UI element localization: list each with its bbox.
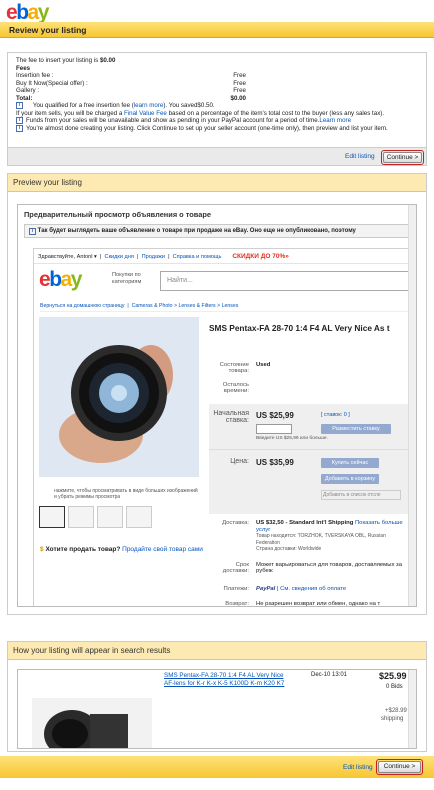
thumbnail-strip: [39, 506, 152, 528]
info-icon: i: [16, 102, 23, 110]
category-path[interactable]: Cameras & Photo > Lenses & Filters > Len…: [132, 303, 239, 309]
thumbnail[interactable]: [68, 506, 94, 528]
category-menu[interactable]: Покупки по категориям: [112, 272, 152, 285]
preview-section: Preview your listing Предварительный про…: [7, 173, 427, 615]
watch-button[interactable]: Добавить в список отсле: [321, 490, 401, 500]
buy-now-button[interactable]: Купить сейчас: [321, 458, 379, 468]
shipping-row: Доставка: US $32,50 - Standard Int'l Shi…: [222, 520, 403, 553]
fee-row: Buy It Now(Special offer) : Free: [16, 79, 246, 87]
info-icon: i: [16, 117, 23, 125]
search-preview-title: How your listing will appear in search r…: [8, 642, 426, 660]
fees-heading: Fees: [16, 64, 31, 72]
lens-photo[interactable]: [39, 317, 199, 477]
fee-note: i You qualified for a free insertion fee…: [16, 102, 418, 110]
edit-listing-link[interactable]: Edit listing: [345, 153, 375, 160]
sell-link[interactable]: Продайте свой товар сами: [122, 546, 203, 553]
listing-page: Здравствуйте, Antonl ▾ | Скидки дня | Пр…: [33, 248, 410, 606]
info-icon: i: [16, 124, 23, 132]
learn-more-link[interactable]: Learn more: [319, 117, 351, 124]
sell-promo: $ Хотите продать товар? Продайте свой то…: [40, 546, 203, 553]
back-link[interactable]: Вернуться на домашнюю страницу: [40, 303, 124, 309]
bid-count[interactable]: [ ставок: 0 ]: [321, 412, 350, 418]
fee-intro: The fee to insert your listing is $0.00: [16, 57, 116, 64]
preview-heading: Предварительный просмотр объявления о то…: [24, 210, 211, 219]
nav-help[interactable]: Справка и помощь: [173, 254, 222, 260]
greeting: Здравствуйте, Antonl: [38, 254, 93, 260]
sale-banner[interactable]: СКИДКИ ДО 70%»: [232, 253, 289, 260]
result-thumbnail[interactable]: [32, 698, 152, 748]
start-price: US $25,99: [256, 411, 294, 420]
zoom-hint: нажмите, чтобы просматривать в виде боль…: [54, 488, 198, 500]
learn-more-link[interactable]: learn more: [134, 102, 164, 109]
edit-listing-link[interactable]: Edit listing: [343, 764, 373, 771]
fee-row: Total: $0.00: [16, 94, 246, 102]
logo-letter: b: [16, 1, 29, 24]
fees-section: The fee to insert your listing is $0.00 …: [7, 52, 427, 166]
fee-row: Gallery : Free: [16, 87, 246, 94]
fee-note: i Funds from your sales will be unavailab…: [16, 117, 418, 125]
preview-notice: i Так будет выглядеть ваше объявление о …: [24, 224, 410, 238]
nav-deals[interactable]: Скидки дня: [105, 254, 134, 260]
almost-done-note: i You're almost done creating your listin…: [16, 125, 418, 133]
result-price: $25.99: [379, 671, 407, 681]
preview-section-title: Preview your listing: [8, 174, 426, 192]
payment-details-link[interactable]: См. сведения об оплате: [280, 586, 346, 592]
logo-letter: a: [27, 1, 40, 24]
header-banner: Review your listing: [0, 22, 434, 38]
section-footer: Edit listing Continue >: [8, 147, 426, 165]
result-shipping: shipping: [381, 716, 404, 722]
ebay-logo: ebay: [6, 2, 76, 24]
preview-frame: Предварительный просмотр объявления о то…: [17, 204, 417, 607]
place-bid-button[interactable]: Разместить ставку: [321, 424, 391, 434]
bid-amount-input[interactable]: [256, 424, 292, 434]
thumbnail[interactable]: [126, 506, 152, 528]
search-preview-section: How your listing will appear in search r…: [7, 641, 427, 752]
result-date: Dec-10 13:01: [311, 672, 348, 678]
buy-price: US $35,99: [256, 458, 294, 467]
page-title: Review your listing: [9, 25, 87, 35]
thumbnail[interactable]: [97, 506, 123, 528]
ebay-logo-small: ebay: [39, 268, 82, 291]
paypal-logo: PayPal: [256, 586, 276, 592]
bottom-action-bar: Edit listing Continue >: [0, 756, 434, 778]
fee-note: If your item sells, you will be charged …: [16, 109, 385, 117]
info-icon: i: [29, 228, 36, 235]
logo-letter: y: [37, 1, 50, 24]
fees-table: Fees Insertion fee : Free Buy It Now(Spec…: [16, 65, 246, 103]
fee-row: Insertion fee : Free: [16, 72, 246, 79]
top-nav: Здравствуйте, Antonl ▾ | Скидки дня | Пр…: [34, 249, 409, 264]
search-result-frame: SMS Pentax-FA 28-70 1:4 F4 AL Very Nice …: [17, 669, 417, 749]
bid-panel: Начальная ставка: US $25,99 [ ставок: 0 …: [209, 404, 409, 514]
breadcrumb: Вернуться на домашнюю страницу | Cameras…: [40, 303, 409, 312]
nav-selling[interactable]: Продажи: [142, 254, 165, 260]
preview-scrollbar[interactable]: [408, 205, 416, 606]
thumbnail[interactable]: [39, 506, 65, 528]
continue-button[interactable]: Continue >: [376, 759, 423, 775]
result-title-link[interactable]: SMS Pentax-FA 28-70 1:4 F4 AL Very Nice …: [164, 672, 294, 687]
results-scrollbar[interactable]: [408, 670, 416, 748]
bid-hint: Введите US $25,99 или больше.: [256, 436, 328, 441]
continue-button[interactable]: Continue >: [381, 150, 424, 165]
result-bids: 0 Bids: [386, 684, 403, 690]
result-shipping-price: +$28.99: [385, 708, 407, 714]
add-to-cart-button[interactable]: Добавить в корзину: [321, 474, 379, 484]
final-value-fee-link[interactable]: Final Value Fee: [124, 110, 167, 117]
search-input[interactable]: Найти...: [160, 271, 409, 291]
item-title: SMS Pentax-FA 28-70 1:4 F4 AL Very Nice …: [209, 323, 390, 333]
logo-letter: e: [6, 1, 18, 24]
